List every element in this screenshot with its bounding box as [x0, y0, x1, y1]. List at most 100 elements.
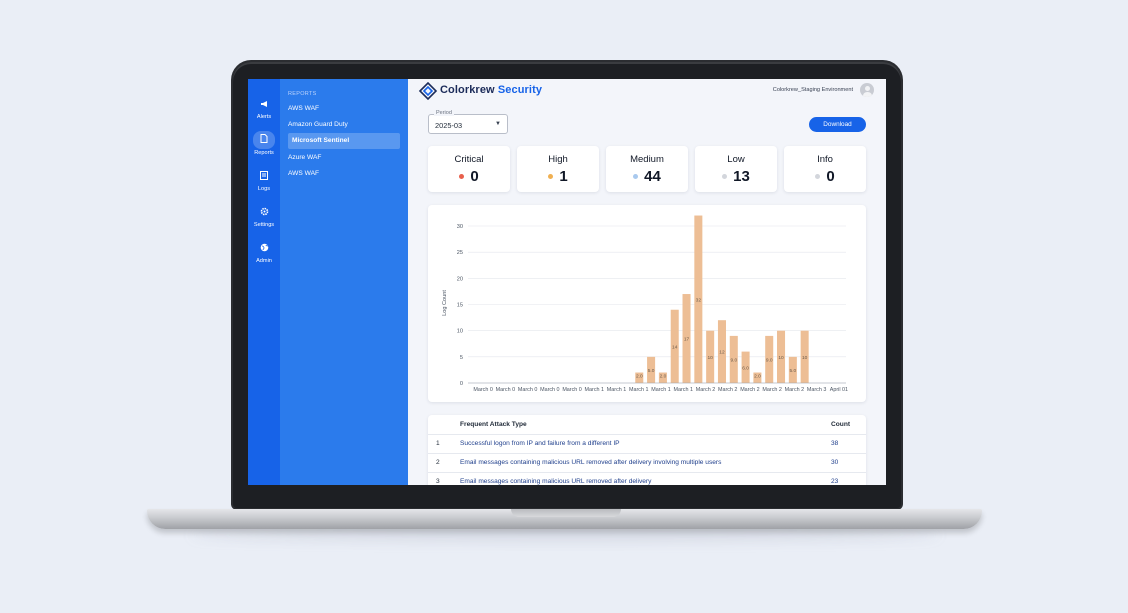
severity-dot	[548, 174, 554, 180]
rail-item-admin[interactable]: Admin	[248, 241, 280, 264]
y-tick-label: 0	[460, 381, 463, 387]
severity-card-medium: Medium 44	[606, 146, 688, 192]
x-tick-label: April 01	[830, 387, 848, 393]
severity-card-low: Low 13	[695, 146, 777, 192]
bar-value-label: 10	[802, 355, 808, 361]
row-attack-type: Email messages containing malicious URL …	[460, 478, 652, 485]
sidebar-item-amazon-guard-duty[interactable]: Amazon Guard Duty	[288, 117, 400, 133]
x-tick-label: March 1	[629, 387, 648, 393]
x-tick-label: March 2	[718, 387, 737, 393]
brand-main: Colorkrew	[440, 84, 498, 96]
severity-label: High	[548, 154, 568, 165]
period-select[interactable]: Period 2025-03 ▼	[428, 110, 508, 134]
severity-count: 1	[559, 168, 568, 186]
x-tick-label: March 0	[473, 387, 492, 393]
severity-count: 44	[644, 168, 661, 186]
y-tick-label: 15	[457, 303, 463, 309]
severity-label: Medium	[630, 154, 664, 165]
environment-name: Colorkrew_Staging Environment	[772, 87, 853, 93]
severity-card-high: High 1	[517, 146, 599, 192]
period-value: 2025-03	[435, 121, 463, 130]
y-tick-label: 25	[457, 250, 463, 256]
x-tick-label: March 1	[585, 387, 604, 393]
bar-value-label: 5.0	[790, 368, 797, 374]
x-tick-label: March 1	[607, 387, 626, 393]
period-label: Period	[434, 110, 454, 116]
col-count-header: Count	[831, 421, 851, 428]
bar-value-label: 5.0	[648, 368, 655, 374]
y-tick-label: 20	[457, 276, 463, 282]
rail-item-alerts[interactable]: Alerts	[248, 97, 280, 120]
x-tick-label: March 1	[651, 387, 670, 393]
severity-count: 13	[733, 168, 750, 186]
x-tick-label: March 0	[562, 387, 581, 393]
row-rank: 2	[436, 459, 440, 466]
brand-accent: Security	[497, 84, 543, 96]
nav-rail: Alerts Reports Logs Settings Admin	[248, 79, 280, 485]
rail-label: Logs	[257, 186, 271, 192]
avatar[interactable]	[860, 83, 874, 97]
gear-icon	[255, 205, 273, 221]
x-tick-label: March 1	[673, 387, 692, 393]
sidebar-heading: REPORTS	[288, 91, 317, 97]
sidebar-item-aws-waf[interactable]: AWS WAF	[288, 101, 400, 117]
severity-label: Info	[817, 154, 833, 165]
download-button[interactable]: Download	[809, 117, 866, 132]
globe-icon	[255, 241, 273, 257]
bar-value-label: 2.0	[754, 374, 761, 380]
severity-dot	[722, 174, 728, 180]
megaphone-icon	[255, 97, 273, 113]
caret-down-icon: ▼	[495, 121, 501, 127]
severity-label: Low	[727, 154, 745, 165]
document-icon	[253, 131, 275, 149]
col-type-header: Frequent Attack Type	[460, 421, 527, 428]
row-count: 30	[831, 459, 839, 466]
rail-item-settings[interactable]: Settings	[248, 205, 280, 228]
bar-value-label: 6.0	[742, 365, 749, 371]
log-count-chart-panel: 0 5 10 15 20 25 30 Log Count 2.0 5.0 2.0 14 17 32 10 12…	[428, 205, 866, 402]
row-attack-type: Email messages containing malicious URL …	[460, 459, 722, 466]
attack-type-table: Frequent Attack Type Count 1 Successful …	[428, 415, 866, 485]
table-row[interactable]: 2 Email messages containing malicious UR…	[428, 453, 866, 473]
laptop-shadow	[190, 529, 940, 541]
row-rank: 1	[436, 440, 440, 447]
sidebar-item-azure-waf[interactable]: Azure WAF	[288, 150, 400, 166]
bar-value-label: 10	[778, 355, 784, 361]
x-tick-label: March 2	[740, 387, 759, 393]
bar-value-label: 2.0	[660, 374, 667, 380]
severity-label: Critical	[454, 154, 484, 165]
bar-value-label: 9.0	[766, 357, 773, 363]
list-icon	[255, 169, 273, 185]
severity-count: 0	[826, 168, 835, 186]
severity-dot	[633, 174, 639, 180]
x-tick-label: March 2	[762, 387, 781, 393]
y-axis-label: Log Count	[442, 290, 448, 316]
x-tick-label: March 0	[540, 387, 559, 393]
y-tick-label: 10	[457, 329, 463, 335]
bar-value-label: 10	[707, 355, 713, 361]
rail-item-logs[interactable]: Logs	[248, 169, 280, 192]
sidebar-item-microsoft-sentinel[interactable]: Microsoft Sentinel	[288, 133, 400, 149]
reports-sidebar: REPORTS AWS WAF Amazon Guard Duty Micros…	[280, 79, 408, 485]
rail-label: Admin	[256, 258, 272, 264]
severity-card-info: Info 0	[784, 146, 866, 192]
bar-value-label: 17	[684, 337, 690, 343]
bar-value-label: 9.0	[730, 357, 737, 363]
row-attack-type: Successful logon from IP and failure fro…	[460, 440, 620, 447]
row-count: 38	[831, 440, 839, 447]
x-tick-label: March 0	[496, 387, 515, 393]
sidebar-item-aws-waf-2[interactable]: AWS WAF	[288, 166, 400, 182]
bar-value-label: 32	[696, 297, 702, 303]
rail-label: Settings	[253, 222, 275, 228]
colorkrew-logo-icon	[418, 82, 438, 100]
bar-value-label: 2.0	[636, 374, 643, 380]
table-row[interactable]: 3 Email messages containing malicious UR…	[428, 472, 866, 485]
main-content: Colorkrew Security Colorkrew_Staging Env…	[408, 79, 886, 485]
x-tick-label: March 3	[807, 387, 826, 393]
table-row[interactable]: 1 Successful logon from IP and failure f…	[428, 434, 866, 454]
row-count: 23	[831, 478, 839, 485]
log-count-chart: 0 5 10 15 20 25 30 Log Count 2.0 5.0 2.0 14 17 32 10 12…	[442, 215, 848, 393]
rail-item-reports[interactable]: Reports	[248, 131, 280, 156]
rail-label: Alerts	[256, 114, 272, 120]
row-rank: 3	[436, 478, 440, 485]
